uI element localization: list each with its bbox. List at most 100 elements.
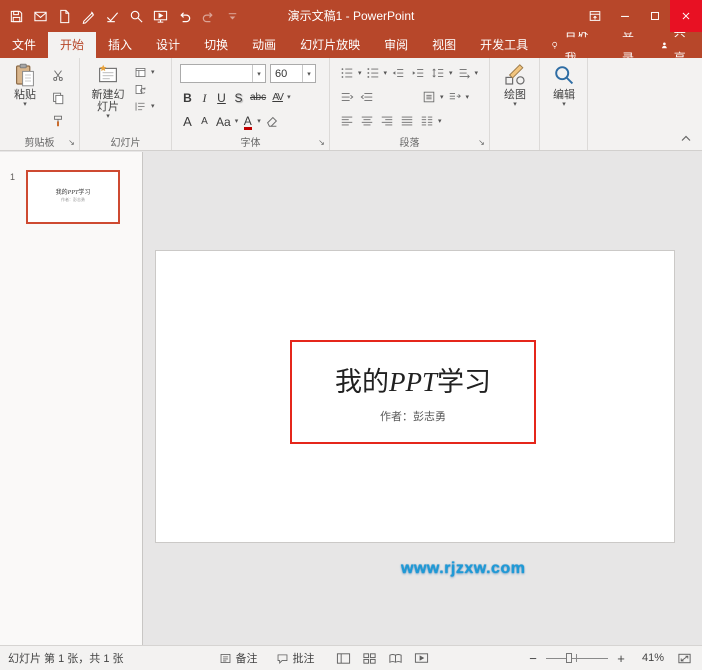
- tab-animations[interactable]: 动画: [240, 32, 288, 58]
- slide-sorter-view-button[interactable]: [361, 649, 379, 667]
- change-case-dropdown-arrow[interactable]: ▾: [235, 118, 239, 125]
- spelling-button[interactable]: [101, 2, 124, 30]
- comments-icon: [277, 653, 287, 664]
- zoom-in-button[interactable]: +: [614, 651, 628, 666]
- start-slideshow-button[interactable]: [149, 2, 172, 30]
- slide-subtitle-text[interactable]: 作者：彭志勇: [380, 408, 446, 424]
- increase-indent-button[interactable]: [409, 64, 427, 82]
- zoom-slider[interactable]: [546, 651, 608, 665]
- justify-button[interactable]: [398, 112, 416, 130]
- reading-view-button[interactable]: [387, 649, 405, 667]
- find-button[interactable]: [125, 2, 148, 30]
- text-shadow-button[interactable]: S: [231, 88, 246, 106]
- underline-button[interactable]: U: [214, 88, 229, 106]
- slide-thumbnail-panel[interactable]: 1 我的PPT学习 作者：彭志勇: [0, 152, 143, 645]
- drawing-button[interactable]: 绘图 ▾: [493, 63, 537, 108]
- tab-transitions[interactable]: 切换: [192, 32, 240, 58]
- layout-icon: [135, 68, 146, 77]
- convert-smartart-button[interactable]: [446, 88, 464, 106]
- zoom-slider-knob[interactable]: [566, 653, 572, 663]
- strikethrough-button[interactable]: abc: [248, 88, 268, 106]
- align-text-dropdown-arrow[interactable]: ▾: [440, 94, 444, 101]
- font-name-dropdown-arrow[interactable]: ▾: [252, 65, 265, 82]
- numbering-button[interactable]: [364, 64, 382, 82]
- paste-button[interactable]: 粘贴 ▾: [3, 63, 47, 108]
- decrease-indent-button[interactable]: [389, 64, 407, 82]
- save-button[interactable]: [5, 2, 28, 30]
- slide[interactable]: 我的PPT学习 作者：彭志勇: [155, 250, 675, 543]
- font-color-button[interactable]: A: [240, 112, 255, 130]
- editing-button[interactable]: 编辑 ▾: [542, 63, 586, 108]
- close-button[interactable]: [670, 0, 702, 32]
- ink-pen-button[interactable]: [77, 2, 100, 30]
- font-row-2: B I U S abc AV ▾: [180, 88, 291, 106]
- font-size-combobox[interactable]: 60 ▾: [270, 64, 316, 83]
- change-case-button[interactable]: Aa: [214, 112, 233, 130]
- copy-button[interactable]: [49, 89, 67, 107]
- convert-smartart-dropdown-arrow[interactable]: ▾: [466, 94, 470, 101]
- clipboard-dialog-launcher[interactable]: ↘: [66, 137, 77, 148]
- minimize-button[interactable]: [610, 0, 640, 32]
- fit-to-window-button[interactable]: [674, 649, 694, 667]
- font-name-combobox[interactable]: ▾: [180, 64, 266, 83]
- align-right-button[interactable]: [378, 112, 396, 130]
- undo-button[interactable]: [173, 2, 196, 30]
- new-slide-button[interactable]: 新建幻灯片 ▾: [85, 63, 131, 120]
- bullets-button[interactable]: [338, 64, 356, 82]
- collapse-ribbon-button[interactable]: [678, 131, 694, 145]
- columns-dropdown-arrow[interactable]: ▾: [438, 118, 442, 125]
- text-direction-dropdown-arrow[interactable]: ▾: [475, 70, 479, 77]
- character-spacing-button[interactable]: AV: [270, 88, 285, 106]
- align-center-button[interactable]: [358, 112, 376, 130]
- character-spacing-dropdown-arrow[interactable]: ▾: [287, 94, 291, 101]
- italic-button[interactable]: I: [197, 88, 212, 106]
- shrink-font-button[interactable]: A: [197, 112, 212, 130]
- tab-home[interactable]: 开始: [48, 32, 97, 58]
- email-button[interactable]: [29, 2, 52, 30]
- align-text-button[interactable]: [420, 88, 438, 106]
- zoom-out-button[interactable]: −: [526, 651, 540, 666]
- maximize-button[interactable]: [640, 0, 670, 32]
- new-document-button[interactable]: [53, 2, 76, 30]
- right-to-left-button[interactable]: [358, 88, 376, 106]
- reset-button[interactable]: [134, 83, 147, 96]
- font-color-dropdown-arrow[interactable]: ▾: [257, 118, 261, 125]
- text-direction-button[interactable]: [455, 64, 473, 82]
- tab-view[interactable]: 视图: [420, 32, 468, 58]
- columns-button[interactable]: [418, 112, 436, 130]
- redo-button[interactable]: [197, 2, 220, 30]
- line-spacing-button[interactable]: [429, 64, 447, 82]
- customize-qat-button[interactable]: [221, 2, 244, 30]
- tab-design[interactable]: 设计: [144, 32, 192, 58]
- cut-button[interactable]: [49, 66, 67, 84]
- layout-button[interactable]: ▾: [134, 66, 155, 79]
- normal-view-button[interactable]: [335, 649, 353, 667]
- notes-button[interactable]: 备注: [219, 650, 258, 666]
- align-left-button[interactable]: [338, 112, 356, 130]
- zoom-percentage[interactable]: 41%: [634, 652, 664, 664]
- font-dialog-launcher[interactable]: ↘: [316, 137, 327, 148]
- tab-file[interactable]: 文件: [0, 32, 48, 58]
- format-painter-button[interactable]: [49, 112, 67, 130]
- slide-title-text[interactable]: 我的PPT学习: [335, 360, 491, 399]
- paragraph-dialog-launcher[interactable]: ↘: [476, 137, 487, 148]
- tab-insert[interactable]: 插入: [96, 32, 144, 58]
- line-spacing-dropdown-arrow[interactable]: ▾: [449, 70, 453, 77]
- comments-button[interactable]: 批注: [276, 650, 315, 666]
- tab-slideshow[interactable]: 幻灯片放映: [288, 32, 372, 58]
- grow-font-button[interactable]: A: [180, 112, 195, 130]
- section-button[interactable]: ▾: [134, 100, 155, 113]
- slideshow-view-button[interactable]: [413, 649, 431, 667]
- clear-formatting-button[interactable]: [263, 112, 281, 130]
- tell-me-box[interactable]: 告诉我...: [540, 25, 608, 65]
- bullets-dropdown-arrow[interactable]: ▾: [358, 70, 362, 77]
- tab-developer[interactable]: 开发工具: [468, 32, 540, 58]
- tab-review[interactable]: 审阅: [372, 32, 420, 58]
- numbering-dropdown-arrow[interactable]: ▾: [384, 70, 388, 77]
- left-to-right-button[interactable]: [338, 88, 356, 106]
- font-size-dropdown-arrow[interactable]: ▾: [302, 65, 315, 82]
- bold-button[interactable]: B: [180, 88, 195, 106]
- ribbon-display-options-button[interactable]: [580, 0, 610, 32]
- slide-thumbnail[interactable]: 我的PPT学习 作者：彭志勇: [26, 170, 120, 224]
- slide-editing-canvas[interactable]: 我的PPT学习 作者：彭志勇 www.rjzxw.com: [143, 152, 702, 645]
